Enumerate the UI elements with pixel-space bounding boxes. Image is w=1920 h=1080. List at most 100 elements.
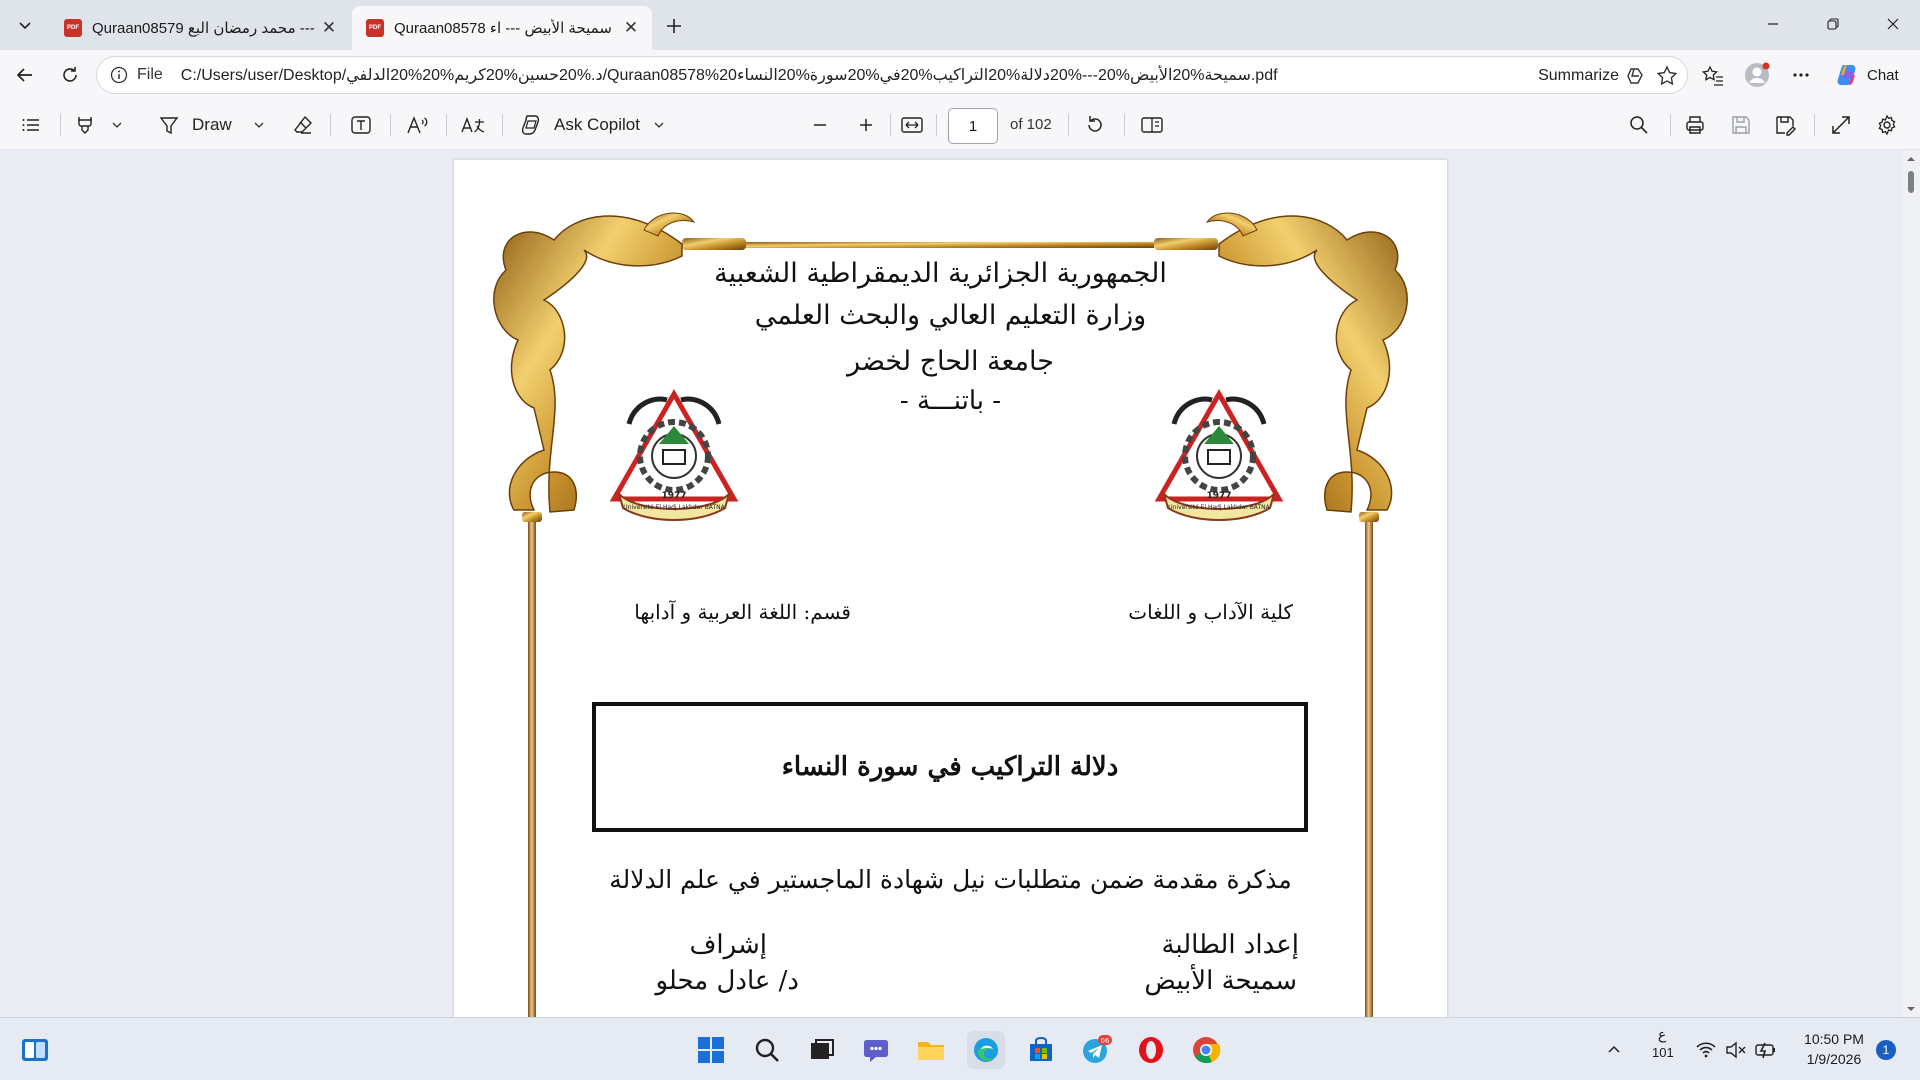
save-icon xyxy=(1732,116,1750,134)
svg-text:Université El Hadj Lakhdar BAT: Université El Hadj Lakhdar BATNA xyxy=(1168,504,1270,511)
department-label: قسم: اللغة العربية و آدابها xyxy=(634,600,851,624)
favorite-star-icon[interactable] xyxy=(1655,64,1679,88)
find-button[interactable] xyxy=(1628,110,1650,140)
battery-status[interactable] xyxy=(1752,1031,1780,1069)
microsoft-store-button[interactable] xyxy=(1022,1031,1060,1069)
edge-taskbar-button[interactable] xyxy=(967,1031,1005,1069)
supervision-label: إشراف xyxy=(689,930,767,960)
toolbar-divider xyxy=(502,114,503,136)
pdf-viewer[interactable]: الجمهورية الجزائرية الديمقراطية الشعبية … xyxy=(0,151,1920,1017)
erase-button[interactable] xyxy=(292,110,314,140)
tab-actions-menu[interactable] xyxy=(8,9,42,41)
restore-button[interactable] xyxy=(1810,8,1856,40)
back-button[interactable] xyxy=(9,59,41,91)
full-screen-button[interactable] xyxy=(1830,110,1852,140)
page-count: of 102 xyxy=(1010,116,1052,133)
pdf-settings-button[interactable] xyxy=(1876,110,1898,140)
gear-icon xyxy=(1878,114,1896,136)
table-of-contents-button[interactable] xyxy=(20,110,42,140)
eraser-icon xyxy=(294,115,312,134)
telegram-button[interactable]: 06 xyxy=(1077,1031,1115,1069)
search-icon xyxy=(1630,116,1648,134)
new-tab-button[interactable] xyxy=(660,12,688,40)
settings-more-button[interactable] xyxy=(1784,59,1818,91)
svg-text:1977: 1977 xyxy=(1206,491,1231,501)
rotate-button[interactable] xyxy=(1084,110,1106,140)
favorites-button[interactable] xyxy=(1696,59,1730,91)
zoom-in-button[interactable] xyxy=(856,110,876,140)
profile-button[interactable] xyxy=(1740,59,1774,91)
task-view-button[interactable] xyxy=(803,1031,841,1069)
copilot-icon xyxy=(1627,68,1643,84)
chat-icon xyxy=(864,1040,888,1062)
thesis-title-box: دلالة التراكيب في سورة النساء xyxy=(592,702,1308,832)
pdf-file-icon: PDF xyxy=(366,19,384,37)
address-bar-row: File C:/Users/user/Desktop/د.%20حسين%20ك… xyxy=(0,50,1920,100)
chrome-button[interactable] xyxy=(1187,1031,1225,1069)
read-aloud-button[interactable] xyxy=(406,110,430,140)
two-page-view-icon xyxy=(1141,117,1163,133)
summarize-label: Summarize xyxy=(1538,67,1619,84)
zoom-out-button[interactable] xyxy=(810,110,830,140)
notification-badge[interactable]: 1 xyxy=(1876,1040,1896,1060)
widgets-button[interactable] xyxy=(16,1031,54,1069)
folder-icon xyxy=(918,1042,944,1060)
draw-pen-icon xyxy=(159,117,179,135)
clock-time: 10:50 PM xyxy=(1804,1031,1864,1047)
page-view-button[interactable] xyxy=(1140,110,1164,140)
more-horizontal-icon xyxy=(1793,73,1809,77)
toolbar-divider xyxy=(1124,114,1125,136)
opera-button[interactable] xyxy=(1132,1031,1170,1069)
start-button[interactable] xyxy=(692,1031,730,1069)
teams-chat-button[interactable] xyxy=(857,1031,895,1069)
tab-quraan08579[interactable]: PDF Quraan08579 محمد رمضان البع --- ✕ xyxy=(50,6,350,50)
chevron-down-icon xyxy=(112,122,122,128)
favorites-list-icon xyxy=(1702,65,1723,86)
rotate-icon xyxy=(1088,116,1102,132)
file-explorer-button[interactable] xyxy=(912,1031,950,1069)
translate-button[interactable] xyxy=(460,110,486,140)
close-tab-icon[interactable]: ✕ xyxy=(318,17,340,39)
wifi-status[interactable] xyxy=(1692,1031,1720,1069)
ask-copilot-button[interactable]: Ask Copilot xyxy=(520,110,666,140)
telegram-icon: 06 xyxy=(1083,1035,1112,1063)
url-scheme: File xyxy=(137,66,163,83)
student-name: سميحة الأبيض xyxy=(1144,966,1297,996)
refresh-button[interactable] xyxy=(54,59,86,91)
minus-icon xyxy=(814,124,826,126)
copilot-chat-button[interactable]: Chat xyxy=(1829,57,1915,93)
highlight-button[interactable] xyxy=(74,110,124,140)
toolbar-divider xyxy=(1814,114,1815,136)
input-language-indicator[interactable]: ع 101 xyxy=(1652,1026,1674,1060)
plus-icon xyxy=(860,119,872,131)
draw-button[interactable]: Draw xyxy=(158,110,266,140)
edge-icon xyxy=(974,1038,998,1062)
clock[interactable]: 10:50 PM 1/9/2026 xyxy=(1792,1031,1876,1067)
toolbar-divider xyxy=(936,114,937,136)
page-number-input[interactable]: 1 xyxy=(948,108,998,144)
windows-icon xyxy=(698,1037,724,1063)
save-button[interactable] xyxy=(1730,110,1752,140)
summarize-button[interactable]: Summarize xyxy=(1538,57,1647,95)
clock-date: 1/9/2026 xyxy=(1806,1051,1862,1067)
volume-status[interactable] xyxy=(1722,1031,1750,1069)
chat-label: Chat xyxy=(1867,66,1899,84)
site-info-icon[interactable] xyxy=(109,65,129,85)
add-text-button[interactable] xyxy=(350,110,372,140)
show-hidden-icons-button[interactable] xyxy=(1600,1031,1628,1069)
address-bar[interactable]: File C:/Users/user/Desktop/د.%20حسين%20ك… xyxy=(96,56,1688,94)
url-text[interactable]: C:/Users/user/Desktop/د.%20حسين%20كريم%2… xyxy=(181,65,1301,85)
print-button[interactable] xyxy=(1684,110,1706,140)
toolbar-divider xyxy=(446,114,447,136)
close-tab-icon[interactable]: ✕ xyxy=(620,17,642,39)
save-as-button[interactable] xyxy=(1774,110,1796,140)
search-button[interactable] xyxy=(748,1031,786,1069)
tab-quraan08578[interactable]: PDF Quraan08578 سميحة الأبيض --- اء ✕ xyxy=(352,6,652,50)
read-aloud-icon xyxy=(407,116,428,134)
fit-to-width-button[interactable] xyxy=(900,110,924,140)
widgets-icon xyxy=(22,1039,48,1061)
close-window-button[interactable] xyxy=(1870,8,1916,40)
wifi-icon xyxy=(1696,1042,1716,1058)
minimize-button[interactable] xyxy=(1750,8,1796,40)
vertical-scrollbar[interactable] xyxy=(1902,151,1920,1017)
